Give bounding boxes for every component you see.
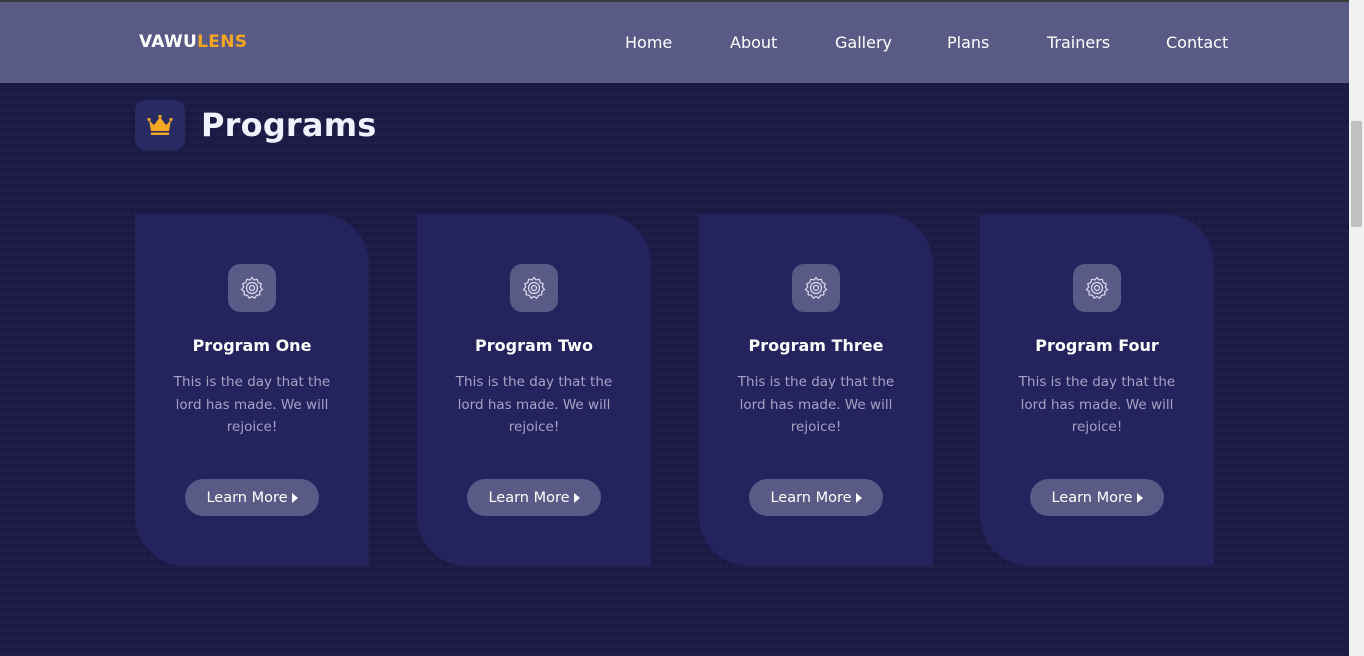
scrollbar-thumb[interactable] (1351, 121, 1362, 227)
section-header: Programs (135, 100, 377, 150)
site-logo[interactable]: VAWULENS (139, 32, 247, 52)
nav-link-plans[interactable]: Plans (947, 33, 989, 52)
program-card: Program One This is the day that the lor… (135, 214, 369, 566)
learn-more-label: Learn More (206, 489, 288, 506)
learn-more-button[interactable]: Learn More (467, 479, 601, 516)
caret-right-icon (573, 492, 580, 503)
crown-icon (135, 100, 185, 150)
learn-more-button[interactable]: Learn More (185, 479, 319, 516)
program-description: This is the day that the lord has made. … (737, 374, 895, 435)
program-description: This is the day that the lord has made. … (173, 374, 331, 435)
logo-text-accent: LENS (197, 32, 248, 52)
program-card: Program Four This is the day that the lo… (980, 214, 1214, 566)
learn-more-button[interactable]: Learn More (1030, 479, 1164, 516)
section-title: Programs (201, 106, 377, 144)
program-title: Program Four (1035, 336, 1159, 355)
nav-link-about[interactable]: About (730, 33, 777, 52)
nav-link-trainers[interactable]: Trainers (1047, 33, 1110, 52)
logo-text-primary: VAWU (139, 32, 198, 52)
program-card: Program Three This is the day that the l… (699, 214, 933, 566)
learn-more-label: Learn More (1051, 489, 1133, 506)
gear-icon (1073, 264, 1121, 312)
caret-right-icon (1136, 492, 1143, 503)
program-description: This is the day that the lord has made. … (455, 374, 613, 435)
program-description: This is the day that the lord has made. … (1018, 374, 1176, 435)
caret-right-icon (855, 492, 862, 503)
navbar: VAWULENS Home About Gallery Plans Traine… (0, 2, 1349, 83)
gear-icon (228, 264, 276, 312)
program-title: Program Two (475, 336, 593, 355)
program-card: Program Two This is the day that the lor… (417, 214, 651, 566)
nav-link-contact[interactable]: Contact (1166, 33, 1228, 52)
learn-more-label: Learn More (770, 489, 852, 506)
learn-more-button[interactable]: Learn More (749, 479, 883, 516)
program-title: Program Three (748, 336, 884, 355)
learn-more-label: Learn More (488, 489, 570, 506)
gear-icon (510, 264, 558, 312)
nav-link-gallery[interactable]: Gallery (835, 33, 892, 52)
program-title: Program One (192, 336, 312, 355)
nav-link-home[interactable]: Home (625, 33, 672, 52)
vertical-scrollbar[interactable] (1349, 0, 1364, 656)
caret-right-icon (291, 492, 298, 503)
gear-icon (792, 264, 840, 312)
